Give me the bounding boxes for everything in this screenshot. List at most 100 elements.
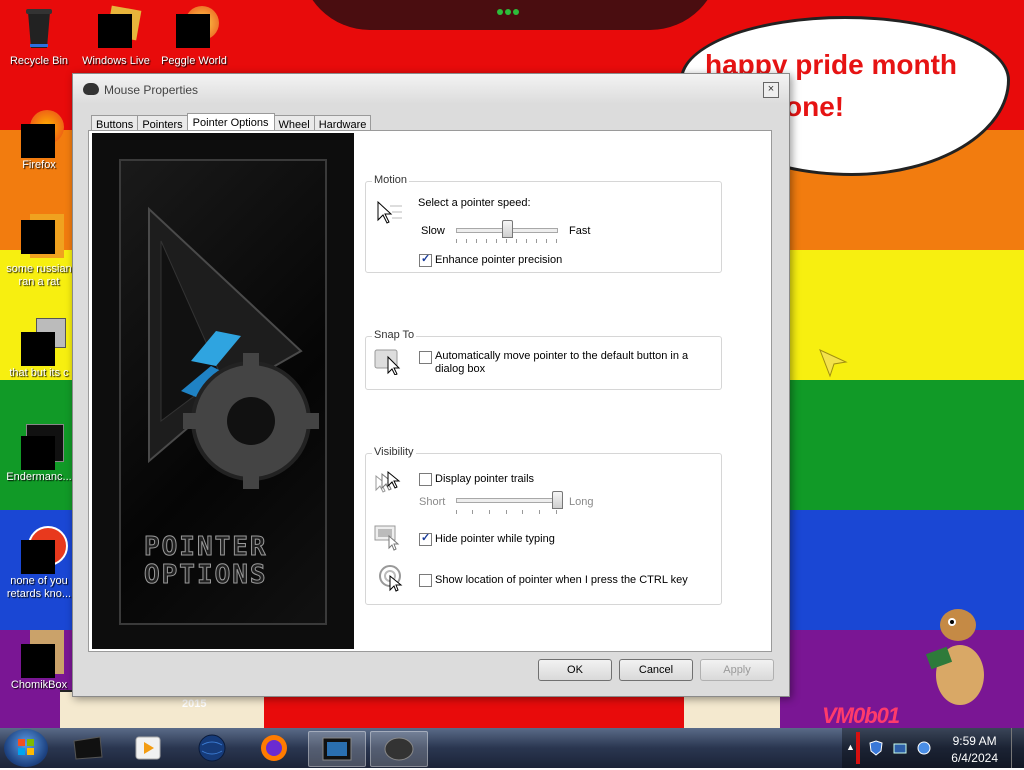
wallpaper-year: 2015 xyxy=(182,698,207,710)
wallpaper-signature: VM0b01 xyxy=(822,703,900,728)
mouse-icon xyxy=(83,83,99,95)
yellow-cursor-icon xyxy=(819,349,848,378)
desktop-icon-none-of-you[interactable]: none of you retards kno... xyxy=(1,526,77,601)
firefox-icon xyxy=(16,110,64,158)
snap-to-group: Snap To Automatically move pointer to th… xyxy=(365,329,722,390)
pointer-trails-checkbox[interactable] xyxy=(419,473,432,486)
trail-length-slider-thumb[interactable] xyxy=(551,491,563,509)
snap-to-checkbox[interactable] xyxy=(419,351,432,364)
taskbar-mouse-properties[interactable] xyxy=(308,731,366,767)
mouse-properties-window-icon xyxy=(322,737,352,761)
peggle-icon xyxy=(171,6,219,52)
ctrl-location-label: Show location of pointer when I press th… xyxy=(435,574,688,586)
app-icon xyxy=(16,422,64,470)
artwork-title-line-2: OPTIONS xyxy=(144,560,268,590)
desktop-icon-that-but[interactable]: that but its c xyxy=(1,318,77,380)
taskbar-explorer[interactable] xyxy=(60,731,116,765)
desktop-icon-windows-live[interactable]: Windows Live xyxy=(78,5,154,68)
desktop-icon-endermanch[interactable]: Endermanc... xyxy=(1,422,77,484)
pointer-options-artwork: POINTER OPTIONS xyxy=(92,133,354,649)
network-icon[interactable] xyxy=(892,740,908,756)
pointer-speed-slider-thumb[interactable] xyxy=(501,220,513,238)
wallpaper-top-dots xyxy=(497,6,527,16)
motion-group-title: Motion xyxy=(372,174,410,186)
desktop-icon-label: Firefox xyxy=(22,159,56,171)
chomikbox-icon xyxy=(16,630,64,678)
hide-pointer-label: Hide pointer while typing xyxy=(435,533,555,545)
pointer-speed-icon xyxy=(377,200,402,224)
tab-bar: Buttons Pointers Pointer Options Wheel Hardw… xyxy=(91,112,372,134)
media-player-icon xyxy=(135,736,161,760)
apply-button[interactable]: Apply xyxy=(700,659,774,681)
desktop-icon-label: Peggle World xyxy=(161,55,227,67)
clock[interactable]: 9:59 AM 6/4/2024 xyxy=(951,733,998,767)
cancel-button[interactable]: Cancel xyxy=(619,659,693,681)
mouse-properties-window: Mouse Properties × Buttons Pointers Pointe… xyxy=(72,73,790,697)
desktop-icon-label: none of you retards kno... xyxy=(6,575,72,600)
taskbar-mouse[interactable] xyxy=(370,731,428,767)
slow-label: Slow xyxy=(421,225,445,237)
desktop-icon-russian-rat[interactable]: some russian ran a rat xyxy=(1,214,77,289)
security-shield-icon[interactable] xyxy=(868,740,884,756)
desktop-icon-label: some russian ran a rat xyxy=(6,263,72,288)
start-button[interactable] xyxy=(4,729,48,767)
pointer-trails-label: Display pointer trails xyxy=(435,473,535,485)
cursor-gear-illustration xyxy=(148,206,319,489)
artwork-title-line-1: POINTER xyxy=(144,532,268,562)
title-bar[interactable]: Mouse Properties × xyxy=(73,74,789,104)
taskbar-globe[interactable] xyxy=(184,731,240,765)
recycle-bin-icon xyxy=(16,6,62,52)
taskbar-media-player[interactable] xyxy=(120,731,176,765)
visibility-group-title: Visibility xyxy=(372,446,416,458)
hide-pointer-icon xyxy=(374,525,400,551)
desktop-icon-chomikbox[interactable]: ChomikBox xyxy=(1,630,77,692)
fast-label: Fast xyxy=(569,225,591,237)
trail-length-ticks xyxy=(456,510,558,514)
tab-panel: POINTER OPTIONS Motion Select a pointer … xyxy=(88,130,772,652)
windows-logo-icon xyxy=(18,739,34,755)
desktop-icon-label: Endermanc... xyxy=(6,471,72,483)
pointer-speed-prompt: Select a pointer speed: xyxy=(418,197,531,209)
enhance-precision-label: Enhance pointer precision xyxy=(435,254,563,266)
pointer-speed-ticks xyxy=(456,239,558,243)
long-label: Long xyxy=(569,496,594,508)
explorer-icon xyxy=(73,736,103,760)
taskbar: ▲ 9:59 AM 6/4/2024 xyxy=(0,728,1024,768)
ctrl-location-checkbox[interactable] xyxy=(419,574,432,587)
taskbar-firefox[interactable] xyxy=(246,731,302,765)
artwork-title: POINTER OPTIONS xyxy=(144,532,324,590)
desktop-icon-label: ChomikBox xyxy=(10,679,68,691)
volume-icon[interactable] xyxy=(916,740,932,756)
snap-to-icon xyxy=(374,349,401,375)
trail-length-slider[interactable] xyxy=(456,498,558,503)
hamster-icon xyxy=(925,609,984,705)
snap-to-label: Automatically move pointer to the defaul… xyxy=(435,350,689,375)
firefox-icon xyxy=(261,735,287,761)
short-label: Short xyxy=(419,496,446,508)
hide-pointer-checkbox[interactable] xyxy=(419,531,432,546)
show-desktop-button[interactable] xyxy=(1011,728,1024,768)
file-icon xyxy=(16,214,64,260)
clock-date: 6/4/2024 xyxy=(951,751,998,765)
desktop-icon-recycle-bin[interactable]: Recycle Bin xyxy=(1,6,77,68)
ctrl-location-icon xyxy=(379,565,403,592)
pointer-trails-icon xyxy=(375,470,401,493)
visibility-group: Visibility Display pointer trails Short … xyxy=(365,446,722,605)
desktop-icon-label: Windows Live xyxy=(82,55,150,67)
tray-flag-icon xyxy=(856,732,860,764)
close-button[interactable]: × xyxy=(763,82,779,98)
app-icon xyxy=(16,526,68,574)
desktop-icon-label: that but its c xyxy=(9,367,69,379)
motion-group: Motion Select a pointer speed: Slow Fast… xyxy=(365,174,722,273)
enhance-precision-checkbox[interactable] xyxy=(419,252,432,267)
desktop-icon-peggle[interactable]: Peggle World xyxy=(156,6,232,68)
desktop-icon-firefox[interactable]: Firefox xyxy=(1,110,77,172)
clock-time: 9:59 AM xyxy=(952,734,997,748)
snap-to-group-title: Snap To xyxy=(372,329,417,341)
tray-expand-icon[interactable]: ▲ xyxy=(846,742,855,752)
shortcut-icon xyxy=(16,318,66,366)
window-title: Mouse Properties xyxy=(104,83,199,97)
globe-icon xyxy=(198,734,226,762)
mouse-icon xyxy=(384,737,414,761)
ok-button[interactable]: OK xyxy=(538,659,612,681)
